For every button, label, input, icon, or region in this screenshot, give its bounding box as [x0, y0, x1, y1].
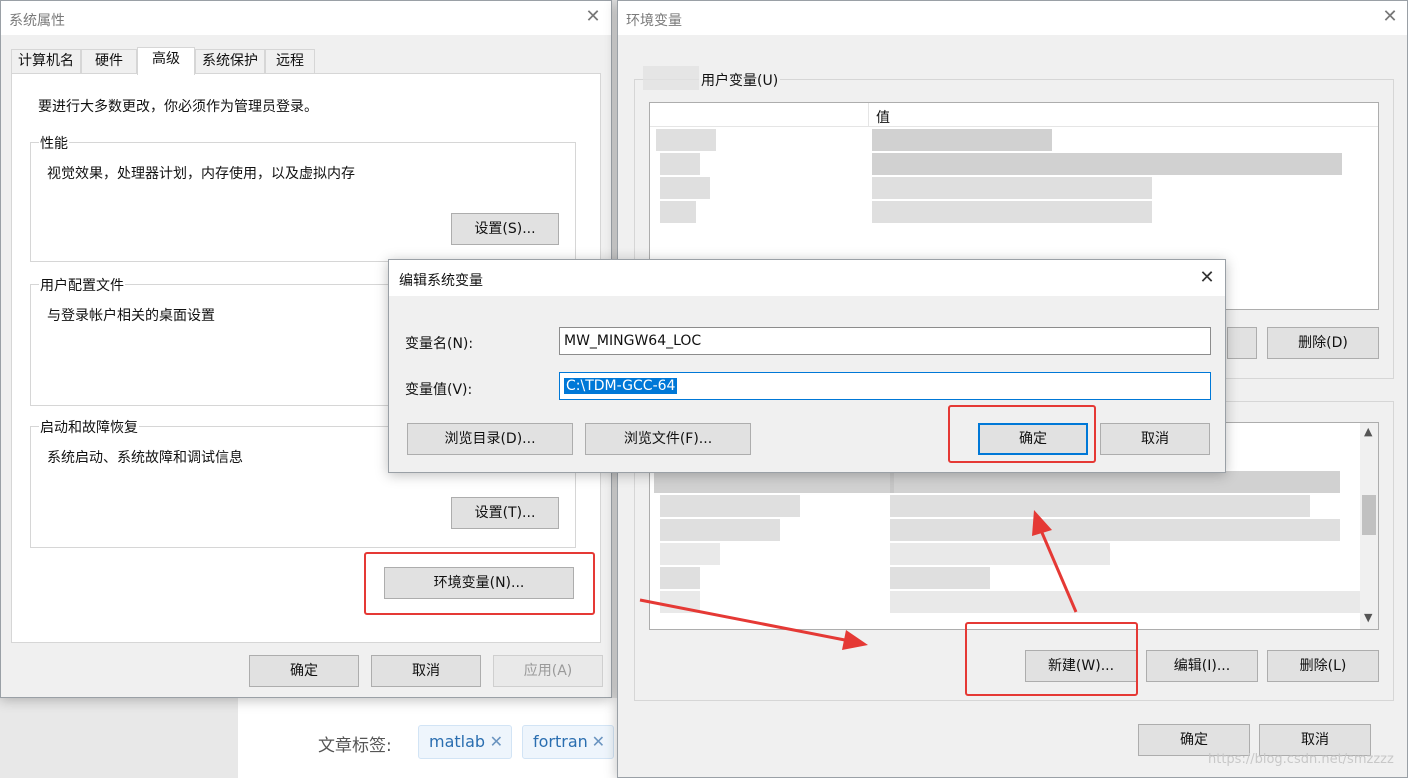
highlight-new-button	[965, 622, 1138, 696]
apply-button[interactable]: 应用(A)	[493, 655, 603, 687]
list-item[interactable]	[660, 201, 696, 223]
column-header-value[interactable]: 值	[876, 107, 890, 127]
chevron-up-icon[interactable]: ▲	[1364, 425, 1372, 438]
tab-system-protection[interactable]: 系统保护	[195, 49, 265, 73]
system-list-scrollbar[interactable]: ▲ ▼	[1360, 423, 1378, 629]
tag-label: matlab	[429, 732, 486, 751]
variable-value-input[interactable]: C:\TDM-GCC-64	[559, 372, 1211, 400]
highlight-envvar-button	[364, 552, 595, 615]
user-delete-button[interactable]: 删除(D)	[1267, 327, 1379, 359]
variable-name-input[interactable]: MW_MINGW64_LOC	[559, 327, 1211, 355]
window-title: 环境变量	[626, 13, 682, 29]
variable-value-text: C:\TDM-GCC-64	[564, 378, 678, 394]
list-item[interactable]	[890, 543, 1110, 565]
list-item[interactable]	[654, 471, 894, 493]
variable-value-label: 变量值(V):	[405, 382, 473, 398]
list-item[interactable]	[890, 591, 1360, 613]
cancel-button[interactable]: 取消	[371, 655, 481, 687]
list-item[interactable]	[660, 153, 700, 175]
ok-button[interactable]: 确定	[249, 655, 359, 687]
tab-remote[interactable]: 远程	[265, 49, 315, 73]
watermark: https://blog.csdn.net/smzzzz	[1208, 752, 1394, 767]
startup-settings-button[interactable]: 设置(T)...	[451, 497, 559, 529]
admin-note: 要进行大多数更改，你必须作为管理员登录。	[38, 99, 318, 115]
list-item[interactable]	[872, 129, 1052, 151]
system-delete-button[interactable]: 删除(L)	[1267, 650, 1379, 682]
list-header: 值	[650, 103, 1378, 127]
list-item[interactable]	[660, 177, 710, 199]
article-tags-label: 文章标签:	[318, 736, 392, 756]
user-profiles-desc: 与登录帐户相关的桌面设置	[47, 308, 215, 324]
close-icon[interactable]: ✕	[490, 726, 503, 758]
list-item[interactable]	[872, 177, 1152, 199]
list-item[interactable]	[872, 153, 1342, 175]
list-item[interactable]	[890, 495, 1310, 517]
scrollbar-thumb[interactable]	[1362, 495, 1376, 535]
startup-recovery-desc: 系统启动、系统故障和调试信息	[47, 450, 243, 466]
list-item[interactable]	[660, 567, 700, 589]
performance-group: 性能 视觉效果，处理器计划，内存使用，以及虚拟内存 设置(S)...	[30, 133, 576, 262]
list-item[interactable]	[660, 591, 700, 613]
list-item[interactable]	[872, 201, 1152, 223]
close-icon[interactable]: ✕	[1378, 5, 1402, 29]
tab-computer-name[interactable]: 计算机名	[11, 49, 81, 73]
dialog-title: 编辑系统变量	[399, 273, 483, 289]
highlight-dialog-ok-button	[948, 405, 1096, 463]
system-edit-button[interactable]: 编辑(I)...	[1146, 650, 1258, 682]
tab-advanced[interactable]: 高级	[137, 47, 195, 75]
list-item[interactable]	[660, 519, 780, 541]
user-profiles-label: 用户配置文件	[39, 275, 125, 295]
close-icon[interactable]: ✕	[592, 726, 605, 758]
column-divider	[868, 103, 869, 127]
tag-matlab[interactable]: matlab ✕	[418, 725, 512, 759]
performance-desc: 视觉效果，处理器计划，内存使用，以及虚拟内存	[47, 166, 355, 182]
chevron-down-icon[interactable]: ▼	[1364, 611, 1372, 624]
browse-file-button[interactable]: 浏览文件(F)...	[585, 423, 751, 455]
list-item[interactable]	[890, 519, 1340, 541]
cancel-button[interactable]: 取消	[1100, 423, 1210, 455]
close-icon[interactable]: ✕	[581, 5, 605, 29]
close-icon[interactable]: ✕	[1195, 266, 1219, 290]
variable-name-label: 变量名(N):	[405, 336, 474, 352]
redacted-username	[643, 66, 699, 90]
performance-settings-button[interactable]: 设置(S)...	[451, 213, 559, 245]
window-title: 系统属性	[9, 13, 65, 29]
user-variables-label: 用户变量(U)	[699, 70, 781, 90]
list-item[interactable]	[656, 129, 716, 151]
startup-recovery-label: 启动和故障恢复	[39, 417, 139, 437]
user-edit-button[interactable]	[1227, 327, 1257, 359]
titlebar: 编辑系统变量 ✕	[389, 260, 1225, 296]
list-item[interactable]	[660, 543, 720, 565]
titlebar: 环境变量 ✕	[618, 1, 1407, 35]
browse-directory-button[interactable]: 浏览目录(D)...	[407, 423, 573, 455]
list-item[interactable]	[890, 567, 990, 589]
titlebar: 系统属性 ✕	[1, 1, 611, 35]
list-item[interactable]	[660, 495, 800, 517]
tab-hardware[interactable]: 硬件	[81, 49, 137, 73]
performance-label: 性能	[39, 133, 69, 153]
tag-label: fortran	[533, 732, 588, 751]
list-item[interactable]	[890, 471, 1340, 493]
edit-system-variable-dialog: 编辑系统变量 ✕ 变量名(N): MW_MINGW64_LOC 变量值(V): …	[388, 259, 1226, 473]
tag-fortran[interactable]: fortran ✕	[522, 725, 614, 759]
